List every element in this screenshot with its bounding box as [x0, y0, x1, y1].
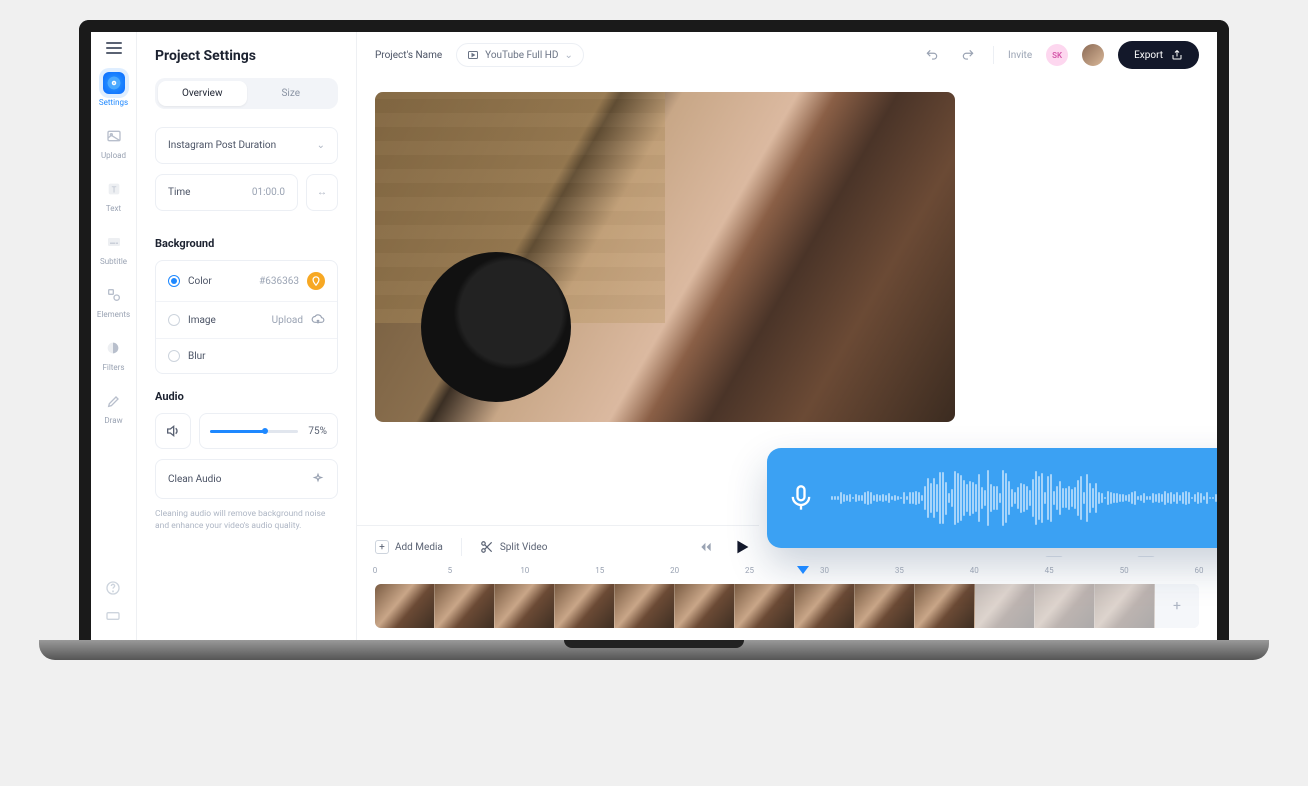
clip[interactable]	[555, 584, 615, 628]
add-media-label: Add Media	[395, 542, 443, 553]
project-name[interactable]: Project's Name	[375, 50, 442, 61]
add-clip-button[interactable]: +	[1155, 584, 1199, 628]
timeline-ruler[interactable]: 0510152025303540455060	[375, 566, 1199, 580]
time-label: Time	[168, 187, 190, 198]
add-media-button[interactable]: +Add Media	[375, 540, 443, 554]
rail-label: Settings	[99, 98, 128, 107]
sidebar-rail: Settings Upload T Text Subtitle Elements…	[91, 32, 137, 640]
clip[interactable]	[975, 584, 1035, 628]
playhead-icon[interactable]	[797, 566, 809, 574]
rail-item-elements[interactable]: Elements	[97, 284, 130, 319]
mute-button[interactable]	[155, 413, 191, 449]
tab-size[interactable]: Size	[247, 81, 336, 106]
user-avatar[interactable]	[1082, 44, 1104, 66]
chevron-down-icon: ⌄	[564, 50, 572, 61]
rewind-button[interactable]	[695, 536, 717, 558]
bg-image-label: Image	[188, 315, 216, 326]
output-preset-select[interactable]: YouTube Full HD ⌄	[456, 43, 584, 67]
topbar: Project's Name YouTube Full HD ⌄ Invite …	[357, 32, 1217, 78]
time-field[interactable]: Time 01:00.0	[155, 174, 298, 211]
settings-panel: Project Settings Overview Size Instagram…	[137, 32, 357, 640]
audio-waveform-overlay	[767, 448, 1229, 548]
clip[interactable]	[615, 584, 675, 628]
duration-preset-label: Instagram Post Duration	[168, 140, 276, 151]
split-label: Split Video	[500, 542, 548, 553]
clip[interactable]	[915, 584, 975, 628]
upload-icon	[311, 313, 325, 327]
svg-text:T: T	[111, 185, 116, 194]
play-button[interactable]	[731, 536, 753, 558]
audio-section-title: Audio	[155, 390, 338, 403]
background-card: Color #636363 Image Upload Blur	[155, 260, 338, 374]
rail-item-draw[interactable]: Draw	[103, 390, 125, 425]
bg-color-value: #636363	[259, 276, 299, 287]
bg-image-action[interactable]: Upload	[272, 315, 303, 326]
collaborator-avatar[interactable]: SK	[1046, 44, 1068, 66]
clean-audio-label: Clean Audio	[168, 474, 221, 485]
redo-button[interactable]	[957, 44, 979, 66]
radio-icon	[168, 275, 180, 287]
color-swatch-icon[interactable]	[307, 272, 325, 290]
bg-option-blur[interactable]: Blur	[156, 339, 337, 373]
sparkle-icon	[311, 472, 325, 486]
rail-item-filters[interactable]: Filters	[102, 337, 124, 372]
clip[interactable]	[495, 584, 555, 628]
bg-option-image[interactable]: Image Upload	[156, 302, 337, 339]
rail-label: Filters	[102, 363, 124, 372]
clip[interactable]	[435, 584, 495, 628]
split-video-button[interactable]: Split Video	[480, 540, 548, 554]
clip[interactable]	[675, 584, 735, 628]
clip[interactable]	[795, 584, 855, 628]
clip[interactable]	[1035, 584, 1095, 628]
clip[interactable]	[735, 584, 795, 628]
clip[interactable]	[855, 584, 915, 628]
clip[interactable]	[375, 584, 435, 628]
bg-color-label: Color	[188, 276, 212, 287]
clip[interactable]	[1095, 584, 1155, 628]
rail-label: Draw	[104, 416, 122, 425]
panel-title: Project Settings	[155, 48, 338, 64]
radio-icon	[168, 314, 180, 326]
video-preview[interactable]	[375, 92, 955, 422]
volume-value: 75%	[308, 426, 327, 437]
keyboard-icon[interactable]	[105, 608, 123, 626]
clean-audio-note: Cleaning audio will remove background no…	[155, 509, 338, 533]
main-area: Project's Name YouTube Full HD ⌄ Invite …	[357, 32, 1217, 640]
tab-overview[interactable]: Overview	[158, 81, 247, 106]
background-section-title: Background	[155, 237, 338, 250]
duration-preset-select[interactable]: Instagram Post Duration ⌄	[155, 127, 338, 164]
volume-slider[interactable]: 75%	[199, 413, 338, 449]
time-value: 01:00.0	[252, 187, 285, 198]
video-track[interactable]: +	[375, 584, 1199, 628]
rail-label: Elements	[97, 310, 130, 319]
bg-blur-label: Blur	[188, 351, 206, 362]
waveform	[831, 468, 1229, 528]
rail-item-text[interactable]: T Text	[103, 178, 125, 213]
microphone-icon	[787, 484, 815, 512]
rail-item-upload[interactable]: Upload	[101, 125, 126, 160]
share-icon	[1171, 49, 1183, 61]
invite-label[interactable]: Invite	[1008, 50, 1032, 61]
export-button[interactable]: Export	[1118, 41, 1199, 69]
clean-audio-button[interactable]: Clean Audio	[155, 459, 338, 499]
rail-label: Subtitle	[100, 257, 127, 266]
help-icon[interactable]	[105, 580, 123, 598]
bg-option-color[interactable]: Color #636363	[156, 261, 337, 302]
rail-item-settings[interactable]: Settings	[99, 72, 128, 107]
export-label: Export	[1134, 50, 1163, 61]
panel-tabs: Overview Size	[155, 78, 338, 109]
chevron-down-icon: ⌄	[317, 140, 325, 151]
menu-icon[interactable]	[106, 42, 122, 54]
rail-label: Upload	[101, 151, 126, 160]
preset-label: YouTube Full HD	[485, 50, 558, 61]
rail-item-subtitle[interactable]: Subtitle	[100, 231, 127, 266]
time-adjust-button[interactable]: ↔	[306, 174, 338, 211]
radio-icon	[168, 350, 180, 362]
rail-label: Text	[106, 204, 121, 213]
undo-button[interactable]	[921, 44, 943, 66]
